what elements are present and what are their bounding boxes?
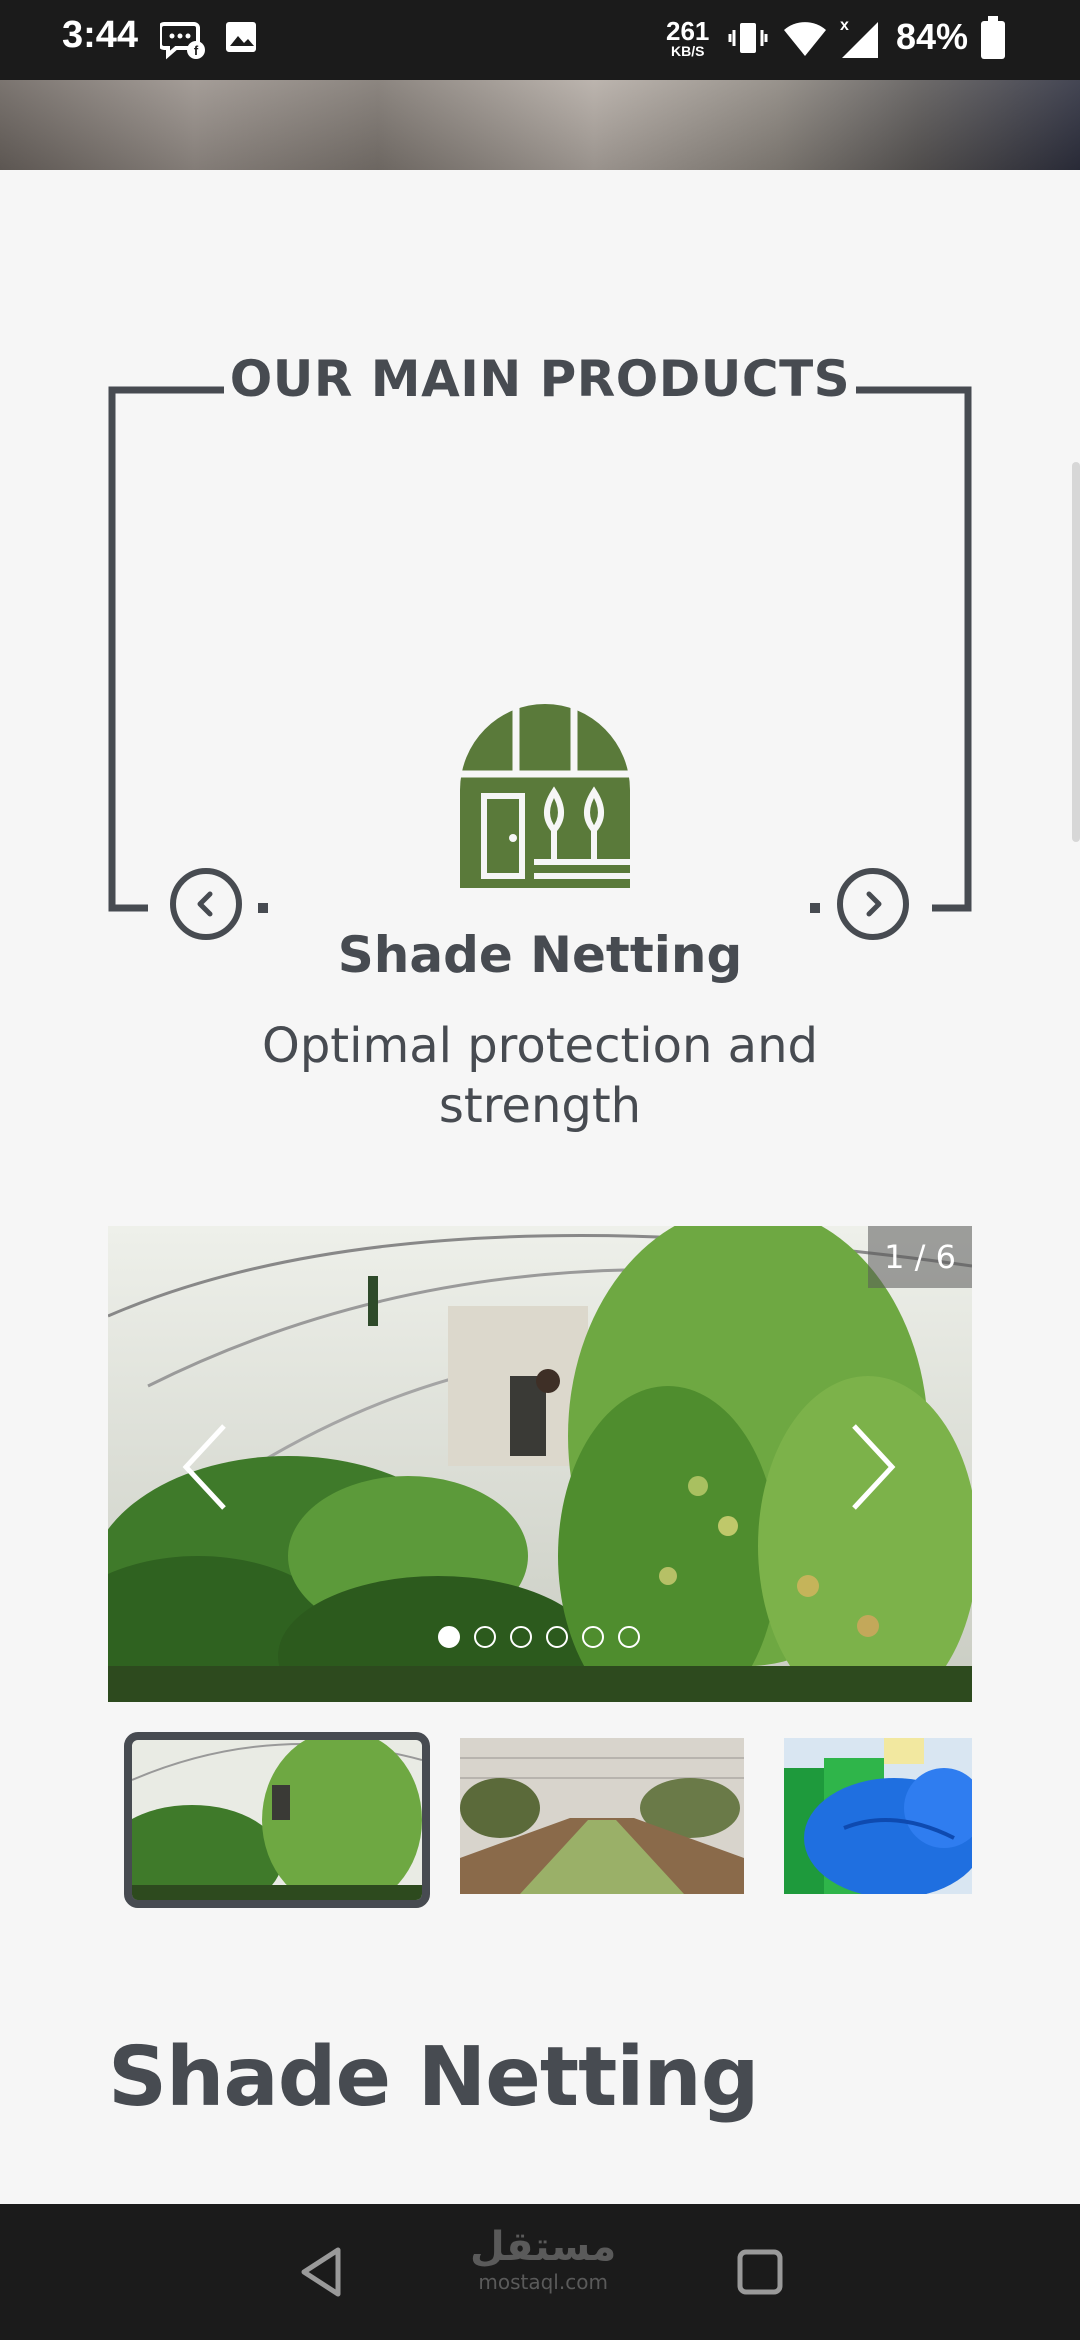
chevron-right-icon bbox=[866, 891, 882, 917]
product-detail-heading: Shade Netting bbox=[108, 2030, 759, 2125]
back-button[interactable] bbox=[298, 2246, 344, 2302]
gallery-next-button[interactable] bbox=[848, 1422, 898, 1516]
product-name: Shade Netting bbox=[337, 926, 743, 984]
watermark-arabic: مستقل bbox=[470, 2224, 617, 2270]
greenhouse-icon bbox=[458, 700, 632, 894]
section-title: OUR MAIN PRODUCTS bbox=[229, 350, 851, 408]
chevron-right-icon bbox=[852, 1424, 896, 1510]
thumbnail-1[interactable] bbox=[124, 1732, 430, 1908]
chevron-left-icon bbox=[182, 1424, 226, 1510]
recents-button[interactable] bbox=[736, 2248, 784, 2300]
pagination-dot-4[interactable] bbox=[546, 1626, 568, 1648]
thumbnail-strip bbox=[108, 1728, 972, 1908]
thumbnail-3[interactable] bbox=[784, 1738, 972, 1894]
watermark-latin: mostaql.com bbox=[478, 2270, 608, 2294]
pagination-dot-5[interactable] bbox=[582, 1626, 604, 1648]
pagination-dots bbox=[438, 1626, 640, 1648]
product-description: Optimal protection and strength bbox=[262, 1018, 818, 1134]
thumbnail-2[interactable] bbox=[460, 1738, 744, 1894]
chevron-left-icon bbox=[197, 891, 213, 917]
pagination-dot-6[interactable] bbox=[618, 1626, 640, 1648]
system-nav-bar: مستقل mostaql.com bbox=[0, 2204, 1080, 2340]
pagination-dot-1[interactable] bbox=[438, 1626, 460, 1648]
slide-counter: 1 / 6 bbox=[868, 1226, 972, 1288]
gallery-prev-button[interactable] bbox=[180, 1422, 230, 1516]
pagination-dot-2[interactable] bbox=[474, 1626, 496, 1648]
recents-icon bbox=[737, 2249, 783, 2295]
pagination-dot-3[interactable] bbox=[510, 1626, 532, 1648]
watermark: مستقل mostaql.com bbox=[470, 2224, 616, 2294]
back-icon bbox=[301, 2247, 341, 2297]
image-gallery[interactable]: 1 / 6 bbox=[108, 1226, 972, 1702]
